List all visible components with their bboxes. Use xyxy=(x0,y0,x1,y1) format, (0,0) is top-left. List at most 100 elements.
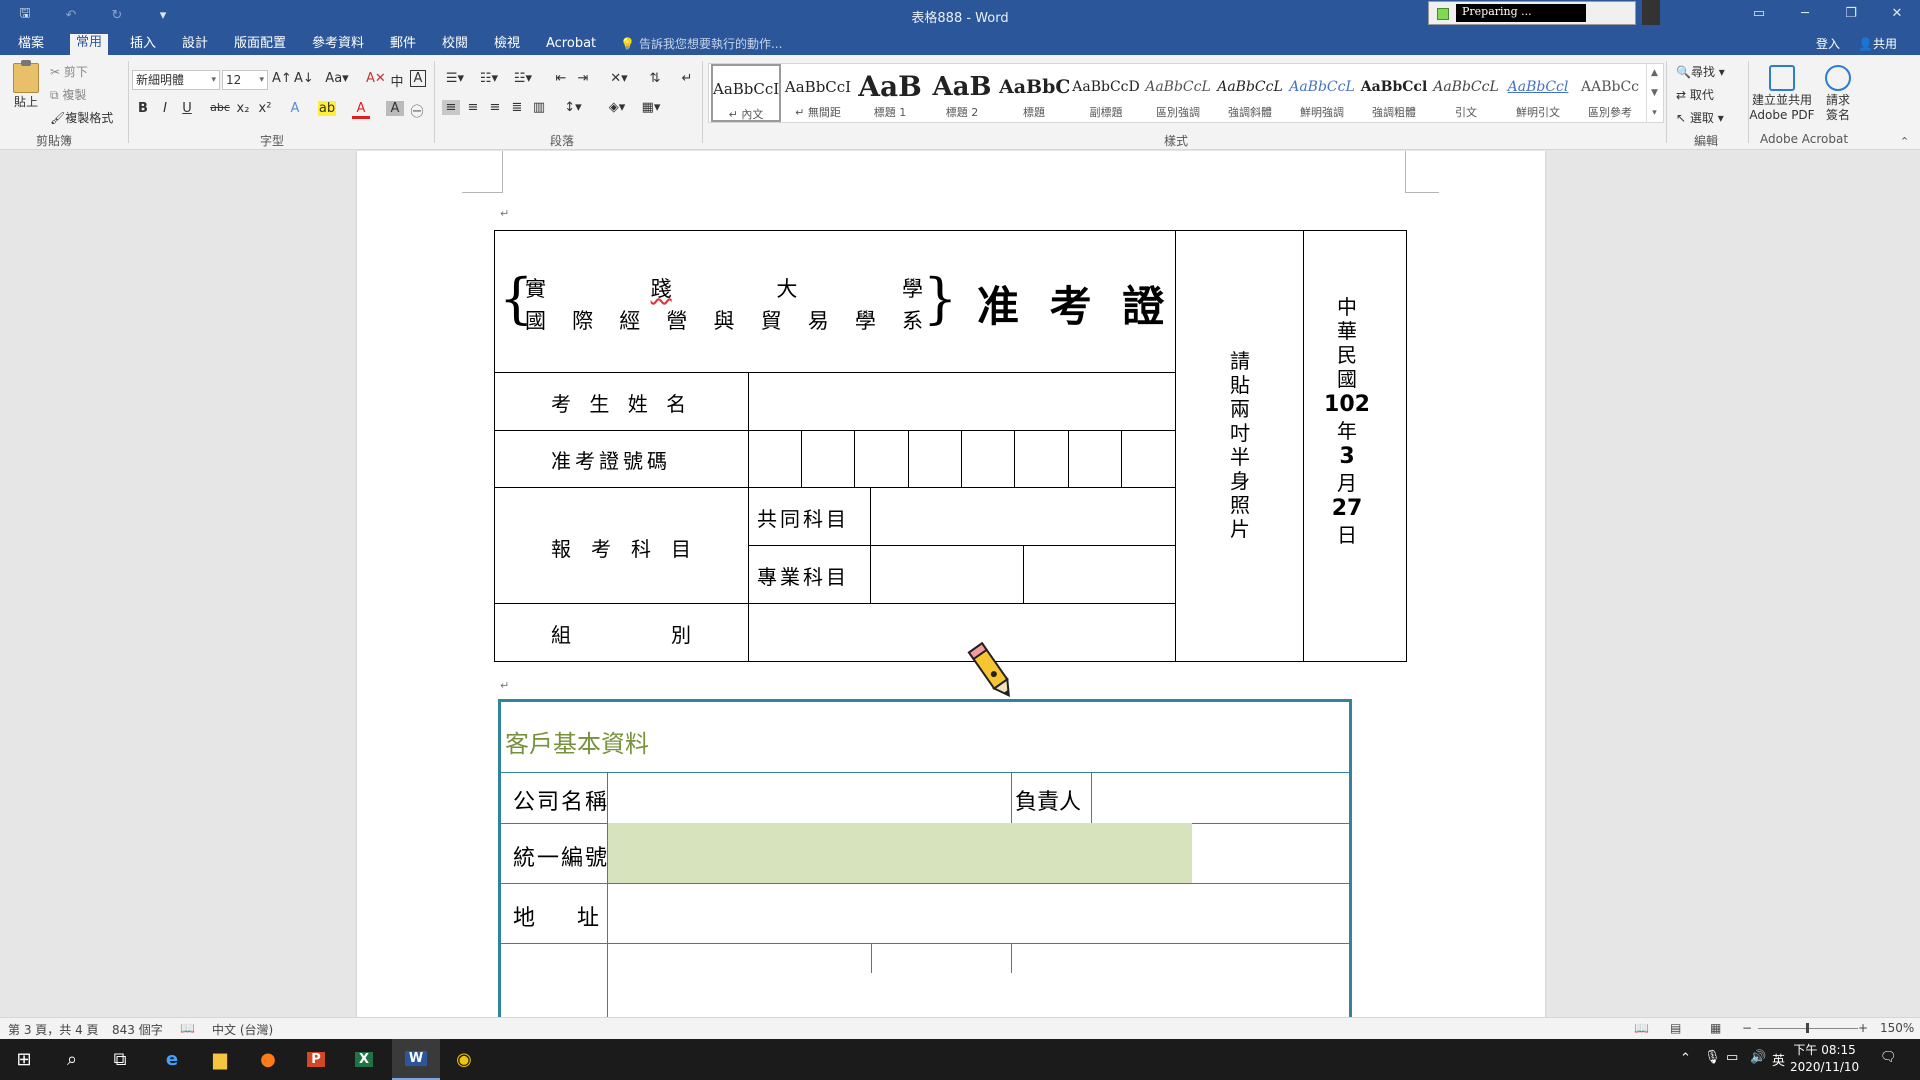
sort-icon[interactable]: ⇅ xyxy=(646,71,664,86)
chevron-up-icon[interactable]: ▲ xyxy=(1647,63,1662,83)
proofing-icon[interactable]: 📖 xyxy=(180,1021,195,1035)
tab-view[interactable]: 檢視 xyxy=(488,35,526,55)
zoom-in-icon[interactable]: + xyxy=(1858,1021,1868,1035)
align-right-icon[interactable]: ≡ xyxy=(486,100,504,115)
subscript-icon[interactable]: x₂ xyxy=(234,101,252,116)
tab-references[interactable]: 參考資料 xyxy=(306,35,370,55)
line-spacing-icon[interactable]: ↕▾ xyxy=(560,100,586,115)
word-icon[interactable]: W xyxy=(392,1039,440,1080)
signin-link[interactable]: 登入 xyxy=(1816,35,1840,52)
style-strong[interactable]: AaBbCcl 強調粗體 xyxy=(1359,64,1429,122)
style-subtitle[interactable]: AaBbCcD 副標題 xyxy=(1071,64,1141,122)
firefox-icon[interactable]: ● xyxy=(244,1039,292,1080)
text-effects-icon[interactable]: A xyxy=(286,101,304,116)
style-emphasis[interactable]: AaBbCcL 強調斜體 xyxy=(1215,64,1285,122)
volume-icon[interactable]: 🔊 xyxy=(1750,1050,1766,1065)
enclose-char-icon[interactable]: ㊀ xyxy=(408,101,426,120)
shading-icon[interactable]: ◈▾ xyxy=(604,100,630,115)
justify-icon[interactable]: ≣ xyxy=(508,100,526,115)
chevron-up-icon[interactable]: ⌃ xyxy=(1680,1051,1691,1066)
numbering-icon[interactable]: ☷▾ xyxy=(476,71,502,86)
bullets-icon[interactable]: ☰▾ xyxy=(442,71,468,86)
edge-icon[interactable]: e xyxy=(148,1039,196,1080)
print-layout-icon[interactable]: ▤ xyxy=(1670,1021,1681,1035)
restore-icon[interactable]: ❐ xyxy=(1836,6,1866,21)
char-shading-icon[interactable]: A xyxy=(386,101,404,116)
microphone-icon[interactable]: 🎙 xyxy=(1704,1050,1721,1065)
chrome-icon[interactable]: ◉ xyxy=(440,1039,488,1080)
style-intense-quote[interactable]: AaBbCcl 鮮明引文 xyxy=(1503,64,1573,122)
style-title[interactable]: AaBbC 標題 xyxy=(999,64,1069,122)
style-normal[interactable]: AaBbCcI ↵ 內文 xyxy=(711,64,781,122)
clear-format-icon[interactable]: A✕ xyxy=(366,71,386,86)
clock[interactable]: 下午 08:15 2020/11/10 xyxy=(1790,1042,1859,1076)
font-size-dropdown[interactable]: 12 xyxy=(222,70,268,90)
minimize-icon[interactable]: ─ xyxy=(1790,6,1820,21)
share-button[interactable]: 👤共用 xyxy=(1858,35,1897,52)
style-quote[interactable]: AaBbCcL 引文 xyxy=(1431,64,1501,122)
create-pdf-button[interactable]: 建立並共用 Adobe PDF xyxy=(1748,65,1816,123)
strikethrough-icon[interactable]: abc xyxy=(208,101,232,114)
styles-scroll[interactable]: ▲ ▼ ▾ xyxy=(1646,63,1662,123)
format-painter-button[interactable]: 🖌複製格式 xyxy=(50,109,113,126)
char-border-icon[interactable]: A xyxy=(410,70,426,87)
bold-icon[interactable]: B xyxy=(134,101,152,116)
style-intense-emphasis[interactable]: AaBbCcL 鮮明強調 xyxy=(1287,64,1357,122)
web-layout-icon[interactable]: ▦ xyxy=(1710,1021,1721,1035)
tell-me-box[interactable]: 💡 告訴我您想要執行的動作... xyxy=(620,35,782,52)
change-case-icon[interactable]: Aa▾ xyxy=(324,71,350,86)
cut-button[interactable]: ✂ 剪下 xyxy=(50,63,88,80)
word-count[interactable]: 843 個字 xyxy=(112,1021,163,1038)
copy-button[interactable]: ⧉ 複製 xyxy=(50,86,86,103)
notifications-icon[interactable]: 🗨 xyxy=(1880,1050,1897,1065)
select-button[interactable]: ↖ 選取 ▾ xyxy=(1676,109,1724,126)
page-count[interactable]: 第 3 頁，共 4 頁 xyxy=(8,1021,99,1038)
task-view-icon[interactable]: ⧉ xyxy=(96,1039,144,1080)
style-subtle-emphasis[interactable]: AaBbCcL 區別強調 xyxy=(1143,64,1213,122)
increase-indent-icon[interactable]: ⇥ xyxy=(574,71,592,86)
grow-font-icon[interactable]: A↑ xyxy=(272,71,292,86)
more-styles-icon[interactable]: ▾ xyxy=(1647,103,1662,123)
ime-indicator[interactable]: 英 xyxy=(1772,1050,1785,1069)
underline-icon[interactable]: U xyxy=(178,101,196,116)
tab-mailings[interactable]: 郵件 xyxy=(384,35,422,55)
highlighted-cell[interactable] xyxy=(608,823,1192,883)
paste-button[interactable]: 貼上 xyxy=(10,60,42,125)
font-color-icon[interactable]: A xyxy=(352,101,370,119)
style-no-spacing[interactable]: AaBbCcI ↵ 無間距 xyxy=(783,64,853,122)
decrease-indent-icon[interactable]: ⇤ xyxy=(552,71,570,86)
find-button[interactable]: 🔍尋找 ▾ xyxy=(1676,63,1725,80)
highlight-icon[interactable]: ab xyxy=(318,101,336,116)
document-page[interactable]: ↵ { } 實 踐 大 學 國 際 經 營 與 貿 易 學 系 准 考 證 考 … xyxy=(357,151,1545,1017)
phonetic-icon[interactable]: 中 xyxy=(388,71,406,90)
italic-icon[interactable]: I xyxy=(156,101,174,116)
start-icon[interactable]: ⊞ xyxy=(0,1039,48,1080)
style-heading1[interactable]: AaB 標題 1 xyxy=(855,64,925,122)
tab-review[interactable]: 校閱 xyxy=(436,35,474,55)
align-center-icon[interactable]: ≡ xyxy=(464,100,482,115)
request-signature-button[interactable]: 請求 簽名 xyxy=(1818,65,1858,123)
search-icon[interactable]: ⌕ xyxy=(48,1039,96,1080)
tab-layout[interactable]: 版面配置 xyxy=(228,35,292,55)
collapse-ribbon-icon[interactable]: ⌃ xyxy=(1900,135,1909,148)
excel-icon[interactable]: X xyxy=(340,1039,388,1080)
zoom-slider-thumb[interactable] xyxy=(1806,1023,1809,1033)
style-heading2[interactable]: AaB 標題 2 xyxy=(927,64,997,122)
tab-file[interactable]: 檔案 xyxy=(12,35,50,55)
distributed-icon[interactable]: ▥ xyxy=(530,100,548,115)
file-explorer-icon[interactable]: ▆ xyxy=(196,1039,244,1080)
chevron-down-icon[interactable]: ▼ xyxy=(1647,83,1662,103)
tab-design[interactable]: 設計 xyxy=(176,35,214,55)
zoom-out-icon[interactable]: − xyxy=(1742,1021,1752,1035)
language-status[interactable]: 中文 (台灣) xyxy=(212,1021,273,1038)
network-icon[interactable]: ▭ xyxy=(1726,1050,1738,1065)
read-mode-icon[interactable]: 📖 xyxy=(1634,1021,1649,1035)
borders-icon[interactable]: ▦▾ xyxy=(638,100,664,115)
ribbon-display-icon[interactable]: ▭ xyxy=(1744,6,1774,21)
align-left-icon[interactable]: ≡ xyxy=(442,100,460,115)
asian-layout-icon[interactable]: ✕▾ xyxy=(606,71,632,86)
style-subtle-reference[interactable]: AABbCc 區別參考 xyxy=(1575,64,1645,122)
powerpoint-icon[interactable]: P xyxy=(292,1039,340,1080)
shrink-font-icon[interactable]: A↓ xyxy=(294,71,314,86)
close-icon[interactable]: ✕ xyxy=(1882,6,1912,21)
